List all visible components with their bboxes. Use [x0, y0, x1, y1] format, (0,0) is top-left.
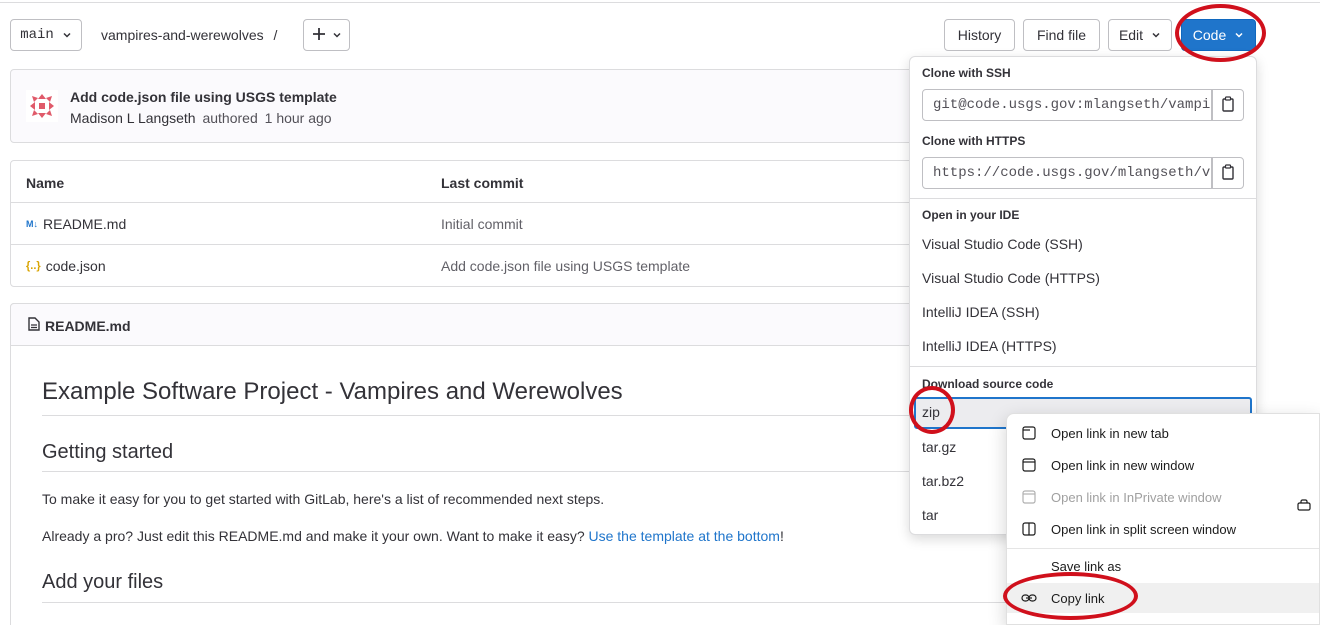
breadcrumb-repo[interactable]: vampires-and-werewolves: [101, 27, 264, 43]
clone-ssh-label: Clone with SSH: [922, 66, 1011, 80]
breadcrumb-separator: /: [273, 27, 278, 43]
dropdown-divider: [910, 366, 1256, 367]
table-divider: [10, 244, 1010, 245]
ide-item-vscode-ssh[interactable]: Visual Studio Code (SSH): [922, 236, 1083, 252]
table-row[interactable]: {..} code.json: [26, 258, 106, 274]
paragraph-text: Already a pro? Just edit this README.md …: [42, 528, 585, 544]
commit-meta: Madison L Langseth authored 1 hour ago: [70, 110, 332, 126]
avatar[interactable]: [26, 90, 58, 122]
table-row[interactable]: M↓ README.md: [26, 216, 126, 232]
readme-paragraph: To make it easy for you to get started w…: [42, 491, 605, 507]
new-window-icon: [1021, 457, 1037, 473]
edit-button[interactable]: Edit: [1108, 19, 1172, 51]
split-screen-icon: [1021, 521, 1037, 537]
commit-authored-label: authored: [202, 110, 258, 126]
commit-author[interactable]: Madison L Langseth: [70, 110, 196, 126]
lock-icon: [1297, 498, 1311, 514]
table-divider: [10, 202, 1010, 203]
last-commit-panel: [10, 69, 1010, 143]
download-item-tar-bz2[interactable]: tar.bz2: [922, 473, 964, 489]
branch-name: main: [20, 27, 54, 43]
ide-item-intellij-ssh[interactable]: IntelliJ IDEA (SSH): [922, 304, 1039, 320]
dropdown-divider: [910, 198, 1256, 199]
history-button[interactable]: History: [944, 19, 1015, 51]
save-icon: [1021, 558, 1037, 574]
readme-title: Example Software Project - Vampires and …: [42, 378, 623, 405]
ctx-divider: [1007, 548, 1319, 549]
annotation-circle-copy-link: [1003, 572, 1138, 620]
readme-file-name: README.md: [45, 317, 131, 334]
ctx-open-inprivate[interactable]: Open link in InPrivate window: [1007, 482, 1319, 512]
getting-started-heading: Getting started: [42, 441, 174, 463]
heading-rule: [42, 415, 1010, 416]
ide-item-vscode-https[interactable]: Visual Studio Code (HTTPS): [922, 270, 1100, 286]
chevron-down-icon: [332, 27, 342, 43]
chevron-down-icon: [1151, 27, 1161, 43]
ctx-label: Open link in new window: [1051, 457, 1195, 473]
edit-label: Edit: [1118, 27, 1144, 43]
plus-icon: [312, 27, 326, 44]
template-link[interactable]: Use the template at the bottom: [589, 528, 780, 544]
add-file-button[interactable]: [303, 19, 350, 51]
branch-selector[interactable]: main: [10, 19, 82, 51]
file-name[interactable]: README.md: [43, 216, 126, 232]
copy-ssh-button[interactable]: [1212, 89, 1244, 121]
ide-item-intellij-https[interactable]: IntelliJ IDEA (HTTPS): [922, 338, 1057, 354]
annotation-circle-code: [1175, 4, 1266, 62]
commit-time: 1 hour ago: [264, 110, 332, 126]
download-item-tar-gz[interactable]: tar.gz: [922, 439, 956, 455]
clone-https-label: Clone with HTTPS: [922, 134, 1026, 148]
ctx-label: Open link in split screen window: [1051, 521, 1236, 537]
inprivate-icon: [1021, 489, 1037, 505]
file-icon: [28, 317, 40, 334]
paragraph-suffix: !: [779, 528, 784, 544]
new-tab-icon: [1021, 425, 1037, 441]
clone-https-input[interactable]: https://code.usgs.gov/mlangseth/vampires…: [922, 157, 1212, 189]
readme-paragraph: Already a pro? Just edit this README.md …: [42, 528, 784, 544]
file-commit-message[interactable]: Add code.json file using USGS template: [441, 258, 690, 274]
clipboard-icon: [1221, 163, 1235, 183]
heading-rule: [42, 602, 1010, 603]
copy-https-button[interactable]: [1212, 157, 1244, 189]
heading-rule: [42, 471, 1010, 472]
download-item-tar[interactable]: tar: [922, 507, 938, 523]
ctx-open-split-screen[interactable]: Open link in split screen window: [1007, 514, 1319, 544]
chevron-down-icon: [62, 27, 72, 43]
ctx-open-new-tab[interactable]: Open link in new tab: [1007, 418, 1319, 448]
json-icon: {..}: [26, 260, 41, 272]
top-border: [0, 2, 1320, 3]
column-header-last-commit: Last commit: [441, 175, 524, 191]
breadcrumb: vampires-and-werewolves /: [101, 27, 277, 43]
file-name[interactable]: code.json: [46, 258, 106, 274]
clipboard-icon: [1221, 95, 1235, 115]
ide-label: Open in your IDE: [922, 208, 1020, 222]
annotation-circle-zip: [909, 386, 955, 434]
file-commit-message[interactable]: Initial commit: [441, 216, 523, 232]
clone-ssh-input[interactable]: git@code.usgs.gov:mlangseth/vampires-and…: [922, 89, 1212, 121]
ctx-open-new-window[interactable]: Open link in new window: [1007, 450, 1319, 480]
add-files-heading: Add your files: [42, 571, 164, 593]
readme-file-label[interactable]: README.md: [28, 317, 131, 334]
markdown-icon: M↓: [26, 219, 38, 229]
readme-header: [10, 303, 1010, 346]
column-header-name: Name: [26, 175, 65, 191]
ctx-label: Open link in new tab: [1051, 425, 1169, 441]
ctx-label: Open link in InPrivate window: [1051, 489, 1222, 505]
find-file-button[interactable]: Find file: [1023, 19, 1100, 51]
commit-message[interactable]: Add code.json file using USGS template: [70, 89, 337, 105]
